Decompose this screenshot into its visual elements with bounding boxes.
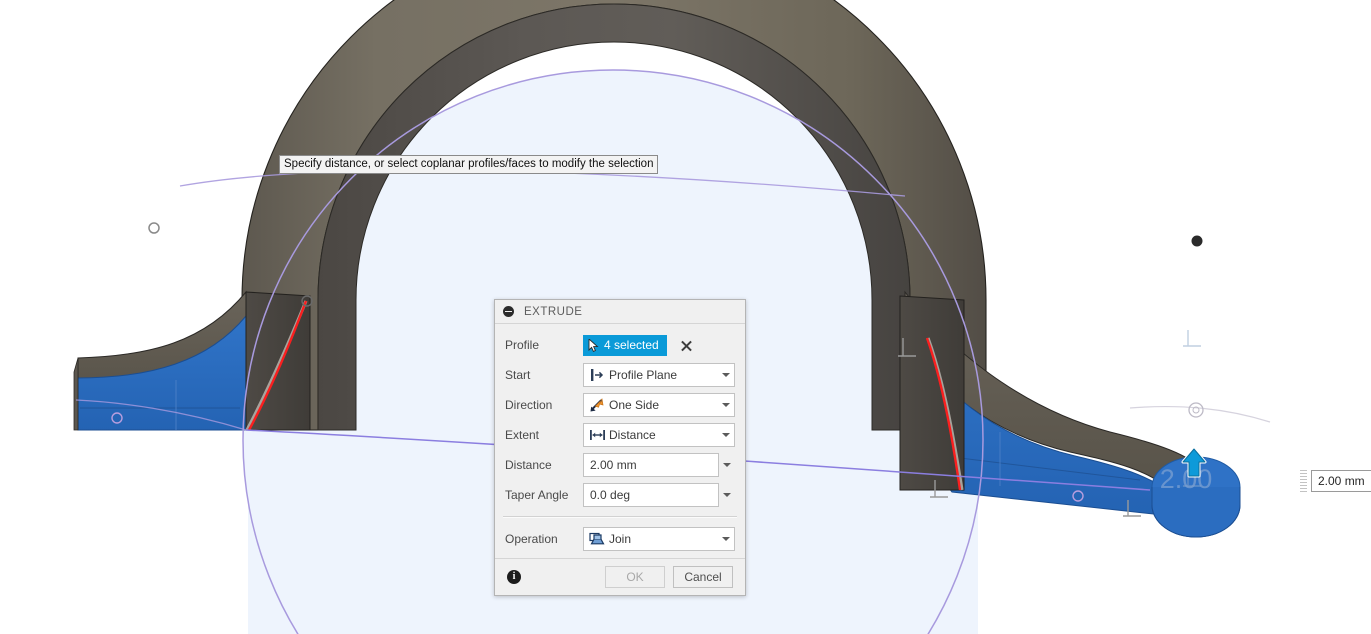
row-start: Start Profile Plane [495, 360, 745, 390]
profile-plane-icon [588, 367, 606, 383]
dialog-title-bar[interactable]: EXTRUDE [495, 300, 745, 324]
canvas-dimension-input[interactable]: 2.00 mm [1300, 470, 1371, 492]
direction-label: Direction [505, 398, 553, 412]
distance-input[interactable]: 2.00 mm [583, 453, 719, 477]
dimension-drag-grip[interactable] [1300, 470, 1307, 492]
row-distance: Distance 2.00 mm [495, 450, 745, 480]
operation-value: Join [609, 532, 632, 546]
chevron-down-icon[interactable] [718, 424, 734, 446]
perpendicular-constraint-5 [1183, 330, 1201, 347]
operation-label: Operation [505, 532, 558, 546]
taper-angle-input[interactable]: 0.0 deg [583, 483, 719, 507]
info-icon[interactable]: i [507, 570, 521, 584]
manipulator-dimension-text: 2.00 [1160, 464, 1213, 494]
distance-arrow-icon [588, 427, 606, 443]
taper-angle-label: Taper Angle [505, 488, 569, 502]
chevron-down-icon[interactable] [718, 394, 734, 416]
distance-chevron-down-icon[interactable] [719, 454, 735, 476]
start-label: Start [505, 368, 531, 382]
row-taper-angle: Taper Angle 0.0 deg [495, 480, 745, 510]
ok-button[interactable]: OK [605, 566, 665, 588]
cancel-button[interactable]: Cancel [673, 566, 733, 588]
row-extent: Extent Distance [495, 420, 745, 450]
dialog-body: Profile 4 selected Start Profile Plane D… [495, 324, 745, 558]
direction-value: One Side [609, 398, 660, 412]
row-operation: Operation Join [495, 524, 745, 554]
extent-value: Distance [609, 428, 656, 442]
one-side-arrow-icon [588, 397, 606, 413]
extrude-dialog[interactable]: EXTRUDE Profile 4 selected Start Profile… [494, 299, 746, 596]
fusion-app-window: 2.00 Specify distance, or select coplana… [0, 0, 1371, 634]
taper-angle-chevron-down-icon[interactable] [719, 484, 735, 506]
profile-selection-button[interactable]: 4 selected [583, 334, 667, 356]
operation-dropdown[interactable]: Join [583, 527, 735, 551]
right-boss-wall [1151, 487, 1241, 538]
chevron-down-icon[interactable] [718, 528, 734, 550]
distance-label: Distance [505, 458, 552, 472]
cursor-arrow-icon [588, 338, 599, 352]
canvas-dimension-value[interactable]: 2.00 mm [1311, 470, 1371, 492]
dialog-footer: i OK Cancel [495, 558, 745, 595]
sketch-point-upper-left [148, 222, 160, 234]
sketch-point-right-arc [1188, 402, 1204, 418]
start-dropdown[interactable]: Profile Plane [583, 363, 735, 387]
row-direction: Direction One Side [495, 390, 745, 420]
extent-dropdown[interactable]: Distance [583, 423, 735, 447]
direction-dropdown[interactable]: One Side [583, 393, 735, 417]
chevron-down-icon[interactable] [718, 364, 734, 386]
profile-selection-count: 4 selected [604, 338, 659, 352]
minus-circle-icon[interactable] [503, 306, 514, 317]
sketch-arc-right [1129, 405, 1271, 423]
dialog-title: EXTRUDE [524, 305, 583, 318]
profile-label: Profile [505, 338, 540, 352]
start-value: Profile Plane [609, 368, 678, 382]
sketch-point-upper-right [1191, 235, 1203, 247]
section-divider [503, 516, 737, 518]
left-arm-endcap [73, 357, 79, 431]
close-icon[interactable] [679, 338, 694, 353]
row-profile: Profile 4 selected [495, 330, 745, 360]
status-tooltip: Specify distance, or select coplanar pro… [279, 155, 659, 174]
join-icon [588, 531, 606, 547]
extent-label: Extent [505, 428, 540, 442]
